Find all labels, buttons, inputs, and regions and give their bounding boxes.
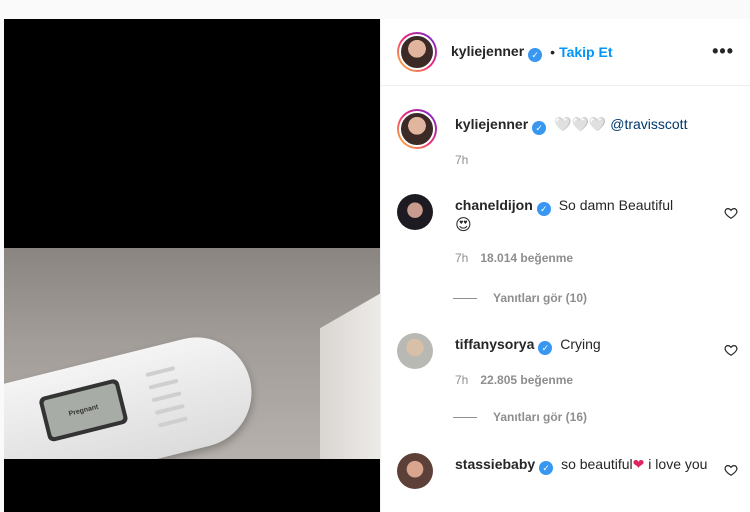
- caption-emoji: 🤍🤍🤍: [554, 116, 607, 132]
- comment-body: tiffanysorya ✓ Crying 7h 22.805 beğenme: [455, 335, 734, 389]
- verified-badge-icon: ✓: [536, 202, 551, 216]
- post-photo: Pregnant: [4, 248, 380, 459]
- author-username[interactable]: kyliejenner: [451, 43, 524, 59]
- post-modal: Pregnant kyliejenner ✓ • Takip Et ••• kyl…: [4, 19, 750, 512]
- caption-meta: 7h: [455, 151, 734, 169]
- heart-icon[interactable]: [724, 206, 738, 220]
- comment-text: so beautiful: [561, 456, 633, 472]
- comment-row: tiffanysorya ✓ Crying 7h 22.805 beğenme: [381, 333, 750, 389]
- verified-badge-icon: ✓: [539, 461, 554, 475]
- comment-text: Crying: [560, 336, 601, 352]
- post-header: kyliejenner ✓ • Takip Et •••: [381, 19, 750, 86]
- test-grip: [145, 365, 188, 428]
- caption-username[interactable]: kyliejenner: [455, 116, 528, 132]
- comment-row: stassiebaby ✓ so beautiful❤ i love you: [381, 453, 750, 489]
- follow-button[interactable]: Takip Et: [559, 44, 612, 60]
- red-heart-emoji: ❤: [632, 456, 645, 472]
- comment-meta: 7h 22.805 beğenme: [455, 371, 734, 389]
- comment-username[interactable]: chaneldijon: [455, 197, 533, 213]
- replies-line: [453, 416, 477, 418]
- verified-badge-icon: ✓: [532, 121, 547, 135]
- replies-line: [453, 297, 477, 299]
- view-replies-label: Yanıtları gör (10): [493, 291, 588, 305]
- caption-row: kyliejenner ✓ 🤍🤍🤍 @travisscott 7h: [381, 109, 750, 169]
- heart-icon[interactable]: [724, 463, 738, 477]
- comment-likes[interactable]: 22.805 beğenme: [480, 373, 573, 387]
- verified-badge-icon: ✓: [528, 47, 543, 62]
- post-sidebar: kyliejenner ✓ • Takip Et ••• kyliejenner ✓…: [380, 19, 750, 512]
- comment-text-continued: i love you: [648, 456, 708, 472]
- comment-username[interactable]: stassiebaby: [455, 456, 535, 472]
- more-options-icon[interactable]: •••: [712, 41, 734, 62]
- caption-avatar[interactable]: [397, 109, 437, 149]
- comment-avatar[interactable]: [397, 333, 433, 369]
- heart-eyes-emoji: 😍: [455, 217, 472, 234]
- comment-time[interactable]: 7h: [455, 251, 468, 265]
- comment-avatar[interactable]: [397, 453, 433, 489]
- background-panel: [320, 287, 380, 459]
- comment-username[interactable]: tiffanysorya: [455, 336, 534, 352]
- comment-time[interactable]: 7h: [455, 373, 468, 387]
- comment-body: stassiebaby ✓ so beautiful❤ i love you: [455, 455, 734, 489]
- pregnancy-test-image: Pregnant: [4, 325, 264, 459]
- author-avatar[interactable]: [397, 32, 437, 72]
- comment-row: chaneldijon ✓ So damn Beautiful 😍 7h 18.01…: [381, 194, 750, 267]
- comment-likes[interactable]: 18.014 beğenme: [480, 251, 573, 265]
- post-media[interactable]: Pregnant: [4, 19, 380, 512]
- caption-body: kyliejenner ✓ 🤍🤍🤍 @travisscott 7h: [455, 115, 734, 169]
- view-replies-button[interactable]: Yanıtları gör (10): [453, 291, 587, 305]
- heart-icon[interactable]: [724, 343, 738, 357]
- comment-body: chaneldijon ✓ So damn Beautiful 😍 7h 18.01…: [455, 196, 734, 267]
- test-window-text: Pregnant: [42, 382, 124, 438]
- view-replies-label: Yanıtları gör (16): [493, 410, 588, 424]
- comment-meta: 7h 18.014 beğenme: [455, 249, 734, 267]
- view-replies-button[interactable]: Yanıtları gör (16): [453, 410, 587, 424]
- caption-mention[interactable]: @travisscott: [610, 116, 687, 132]
- comment-text: So damn Beautiful: [558, 197, 674, 213]
- caption-time[interactable]: 7h: [455, 153, 468, 167]
- verified-badge-icon: ✓: [538, 341, 553, 355]
- separator-dot: •: [550, 44, 556, 60]
- header-author: kyliejenner ✓: [451, 43, 543, 62]
- comment-avatar[interactable]: [397, 194, 433, 230]
- test-window: Pregnant: [38, 378, 129, 443]
